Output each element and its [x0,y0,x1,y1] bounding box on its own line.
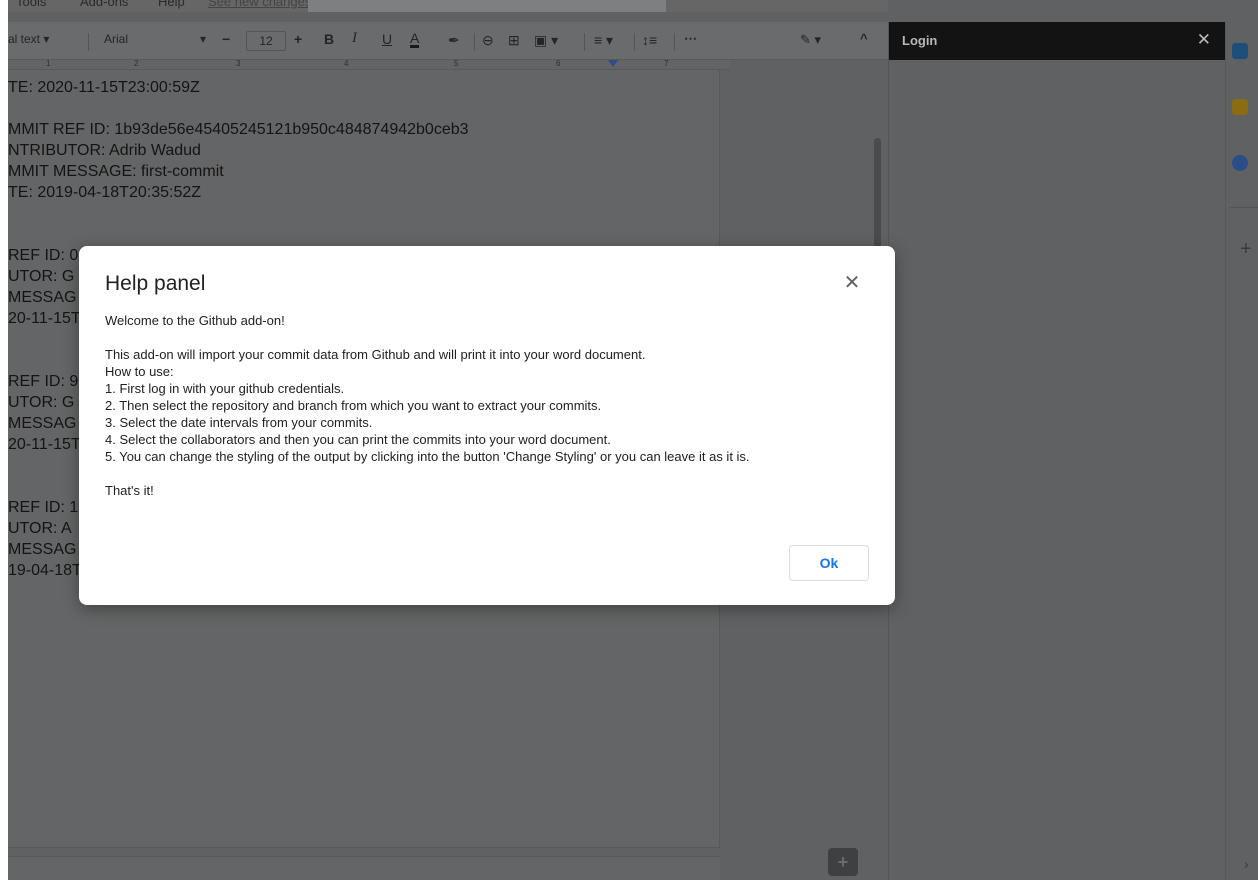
next-document-page[interactable] [8,856,720,880]
underline-button[interactable]: U [382,31,392,47]
toolbar-divider [584,33,585,51]
doc-line: MESSAG [8,289,77,306]
step-item: 4. Select the collaborators and then you… [105,432,611,447]
doc-line: MESSAG [8,541,77,558]
doc-line: 19-04-18T [8,562,82,579]
get-addons-plus-icon[interactable]: + [1240,238,1252,261]
step-item: 2. Then select the repository and branch… [105,398,602,413]
step-item: 1. First log in with your github credent… [105,381,345,396]
font-label: Arial [104,32,129,46]
menu-help[interactable]: Help [158,0,185,9]
collapse-toolbar-icon[interactable]: ^ [860,31,868,46]
step-item: 5. You can change the styling of the out… [105,449,750,464]
ruler-label: 6 [556,59,561,68]
calendar-icon[interactable] [1232,43,1248,59]
doc-line: 20-11-15T [8,310,81,327]
format-toolbar: al text ▾ Arial ▾ − 12 + B I U A ✒ ⊖ ⊞ ▣… [8,22,888,60]
help-panel-dialog: Help panel ✕ Welcome to the Github add-o… [79,246,895,605]
doc-line: MESSAG [8,415,77,432]
ok-button[interactable]: Ok [789,545,869,581]
line-spacing-icon[interactable]: ↕≡ [642,32,657,48]
intro-text: This add-on will import your commit data… [105,347,646,362]
doc-line: MMIT REF ID: 1b93de56e45405245121b950c48… [8,121,469,138]
rail-divider [1225,22,1226,880]
font-size-input[interactable]: 12 [246,31,286,51]
doc-line: REF ID: 9 [8,373,79,390]
toolbar-divider [674,33,675,51]
doc-line: REF ID: 0 [8,247,79,264]
welcome-text: Welcome to the Github add-on! [105,313,285,328]
doc-line: NTRIBUTOR: Adrib Wadud [8,142,201,159]
ruler: 1 2 3 4 5 6 7 [8,59,730,70]
text-color-button[interactable]: A [410,31,420,48]
doc-line: TE: 2020-11-15T23:00:59Z [8,79,200,96]
ruler-label: 5 [454,59,459,68]
window-edge [0,0,8,880]
ruler-label: 3 [236,59,241,68]
image-icon[interactable]: ▣ ▾ [534,32,558,49]
ruler-label: 1 [46,59,51,68]
ruler-label: 2 [134,59,139,68]
menu-add-ons[interactable]: Add-ons [80,0,128,9]
ruler-label: 4 [344,59,349,68]
paragraph-style-select[interactable]: al text ▾ [8,32,49,46]
rail-separator [1230,207,1258,208]
font-select[interactable]: Arial [104,32,128,46]
toolbar-divider [634,33,635,51]
top-chip [308,0,666,12]
italic-button[interactable]: I [352,30,357,47]
doc-line: UTOR: G [8,268,75,285]
expand-panel-chevron-icon[interactable]: › [1244,856,1249,872]
doc-line: TE: 2019-04-18T20:35:52Z [8,184,202,201]
decrease-font-size-button[interactable]: − [222,31,230,47]
align-icon[interactable]: ≡ ▾ [594,32,613,49]
doc-line: 20-11-15T [8,436,81,453]
editing-mode-button[interactable]: ✎ ▾ [800,32,821,48]
doc-line: UTOR: A [8,520,72,537]
dialog-body: Welcome to the Github add-on! This add-o… [105,312,885,499]
dialog-close-button[interactable]: ✕ [839,270,865,296]
increase-font-size-button[interactable]: + [294,31,302,47]
dialog-title: Help panel [105,272,206,295]
addon-side-panel: Login ✕ [888,22,1225,880]
keep-icon[interactable] [1232,99,1248,115]
ruler-label: 7 [664,59,669,68]
doc-line: REF ID: 1 [8,499,79,516]
more-tools-button[interactable]: ⋯ [684,31,697,47]
menu-tools[interactable]: Tools [16,0,46,9]
add-comment-button[interactable]: + [828,848,858,876]
outro-text: That's it! [105,483,154,498]
comment-icon[interactable]: ⊞ [508,32,520,49]
bold-button[interactable]: B [324,31,334,47]
side-panel-header: Login ✕ [889,22,1225,60]
menu-bar: Tools Add-ons Help See new changes [8,0,888,12]
see-new-changes-link[interactable]: See new changes [208,0,311,9]
tasks-icon[interactable] [1232,155,1248,171]
how-to-heading: How to use: [105,364,174,379]
side-panel-close-button[interactable]: ✕ [1197,30,1211,50]
side-panel-title: Login [902,33,938,48]
link-icon[interactable]: ⊖ [482,32,494,49]
toolbar-divider [474,33,475,51]
doc-line: UTOR: G [8,394,75,411]
doc-line: MMIT MESSAGE: first-commit [8,163,224,180]
paragraph-style-label: al text [8,32,41,46]
step-item: 3. Select the date intervals from your c… [105,415,373,430]
indent-marker[interactable] [608,60,618,67]
highlight-icon[interactable]: ✒ [448,32,460,49]
font-dropdown-icon[interactable]: ▾ [200,32,206,46]
toolbar-divider [88,33,89,51]
